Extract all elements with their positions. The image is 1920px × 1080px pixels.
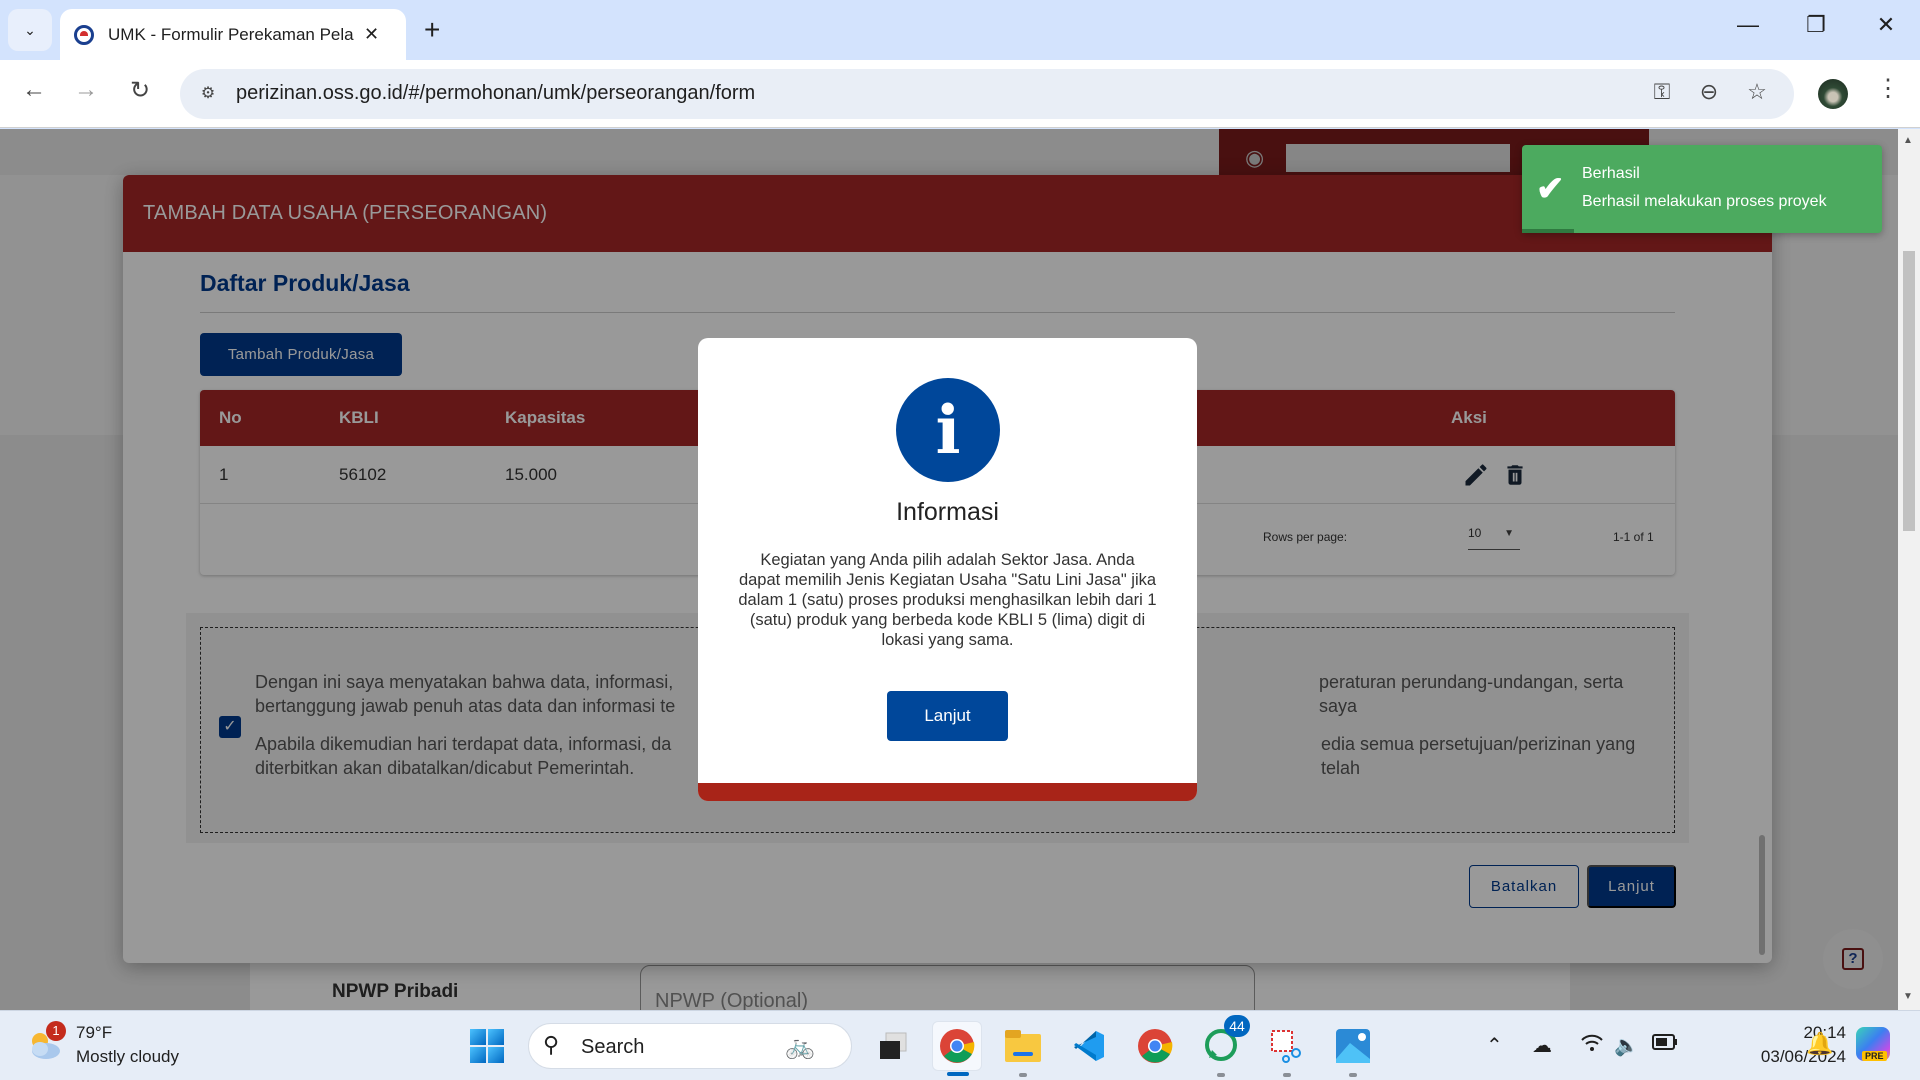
restore-icon[interactable]: ❐ <box>1796 12 1836 38</box>
search-icon: ⚲ <box>543 1032 560 1057</box>
whatsapp-icon[interactable]: 44 <box>1196 1015 1250 1077</box>
window-close-icon[interactable]: ✕ <box>1866 12 1906 38</box>
more-menu-icon[interactable]: ⋮ <box>1876 74 1900 103</box>
running-indicator <box>1283 1073 1291 1077</box>
browser-tab-active[interactable]: UMK - Formulir Perekaman Pela ✕ <box>60 9 406 60</box>
browser-tabstrip: ⌄ UMK - Formulir Perekaman Pela ✕ + — ❐ … <box>0 0 1920 60</box>
new-tab-button[interactable]: + <box>424 14 440 46</box>
copilot-preview-tag: PRE <box>1862 1051 1887 1061</box>
vscode-icon[interactable] <box>1064 1021 1114 1071</box>
running-indicator <box>1019 1073 1027 1077</box>
windows-start-icon[interactable] <box>470 1029 504 1063</box>
weather-description[interactable]: Mostly cloudy <box>76 1047 179 1067</box>
reload-icon[interactable]: ↻ <box>122 76 158 105</box>
site-settings-icon[interactable]: ⚙ <box>194 82 222 106</box>
toast-message: Berhasil melakukan proses proyek <box>1582 193 1827 210</box>
windows-taskbar: 1 79°F Mostly cloudy ⚲ Search 🚲 44 ⌃ ☁ 🔈… <box>0 1010 1920 1080</box>
show-hidden-icons-chevron-up-icon[interactable]: ⌃ <box>1486 1033 1503 1058</box>
onedrive-cloud-icon[interactable]: ☁ <box>1532 1033 1552 1058</box>
browser-toolbar: ← → ↻ ⚙ perizinan.oss.go.id/#/permohonan… <box>0 60 1920 128</box>
chevron-down-icon: ⌄ <box>24 21 36 38</box>
weather-temperature[interactable]: 79°F <box>76 1023 112 1043</box>
info-continue-button[interactable]: Lanjut <box>887 691 1008 741</box>
snipping-tool-icon[interactable] <box>1262 1021 1312 1077</box>
active-indicator <box>947 1072 969 1076</box>
chrome-profile-icon[interactable] <box>1130 1021 1180 1071</box>
running-indicator <box>1217 1073 1225 1077</box>
zoom-out-icon[interactable]: ⊖ <box>1694 79 1724 105</box>
weather-notification-badge: 1 <box>46 1021 66 1041</box>
back-arrow-icon[interactable]: ← <box>16 76 52 104</box>
task-view-icon[interactable] <box>868 1021 918 1071</box>
wifi-icon[interactable] <box>1580 1033 1604 1059</box>
info-dialog: i Informasi Kegiatan yang Anda pilih ada… <box>698 338 1197 801</box>
oss-favicon-icon <box>74 24 94 45</box>
close-tab-icon[interactable]: ✕ <box>364 24 379 45</box>
check-icon: ✔ <box>1536 170 1565 208</box>
whatsapp-unread-badge: 44 <box>1224 1015 1250 1037</box>
info-dialog-message: Kegiatan yang Anda pilih adalah Sektor J… <box>738 551 1157 649</box>
running-indicator <box>1349 1073 1357 1077</box>
minimize-icon[interactable]: — <box>1728 12 1768 38</box>
file-explorer-icon[interactable] <box>998 1021 1048 1077</box>
tab-search-button[interactable]: ⌄ <box>8 9 52 51</box>
url-text[interactable]: perizinan.oss.go.id/#/permohonan/umk/per… <box>236 82 755 105</box>
scroll-up-icon[interactable]: ▲ <box>1903 135 1913 146</box>
taskbar-search[interactable]: ⚲ Search 🚲 <box>528 1023 852 1069</box>
photos-icon[interactable] <box>1328 1021 1378 1077</box>
scrollbar-thumb[interactable] <box>1903 251 1915 531</box>
scroll-down-icon[interactable]: ▼ <box>1903 991 1913 1002</box>
chrome-taskbar-icon[interactable] <box>932 1021 982 1076</box>
forward-arrow-icon[interactable]: → <box>68 76 104 104</box>
password-key-icon[interactable]: ⚿ <box>1647 79 1677 105</box>
address-bar[interactable]: ⚙ perizinan.oss.go.id/#/permohonan/umk/p… <box>180 69 1794 119</box>
profile-avatar[interactable] <box>1818 79 1848 109</box>
volume-icon[interactable]: 🔈 <box>1614 1033 1639 1058</box>
info-dialog-title: Informasi <box>896 498 999 526</box>
bookmark-star-icon[interactable]: ☆ <box>1742 79 1772 105</box>
info-icon: i <box>896 378 1000 482</box>
notification-bell-icon[interactable]: 🔔 <box>1806 1031 1833 1057</box>
bicycle-icon: 🚲 <box>785 1033 815 1060</box>
toast-progress-bar <box>1522 229 1574 233</box>
battery-icon[interactable] <box>1652 1033 1678 1057</box>
info-dialog-footer-bar <box>698 783 1197 801</box>
tab-title: UMK - Formulir Perekaman Pela <box>108 24 354 44</box>
search-label: Search <box>581 1036 645 1058</box>
success-toast[interactable]: ✔ Berhasil Berhasil melakukan proses pro… <box>1522 145 1882 233</box>
toast-title: Berhasil <box>1582 165 1640 182</box>
page-scrollbar[interactable]: ▲ ▼ <box>1898 129 1920 1010</box>
